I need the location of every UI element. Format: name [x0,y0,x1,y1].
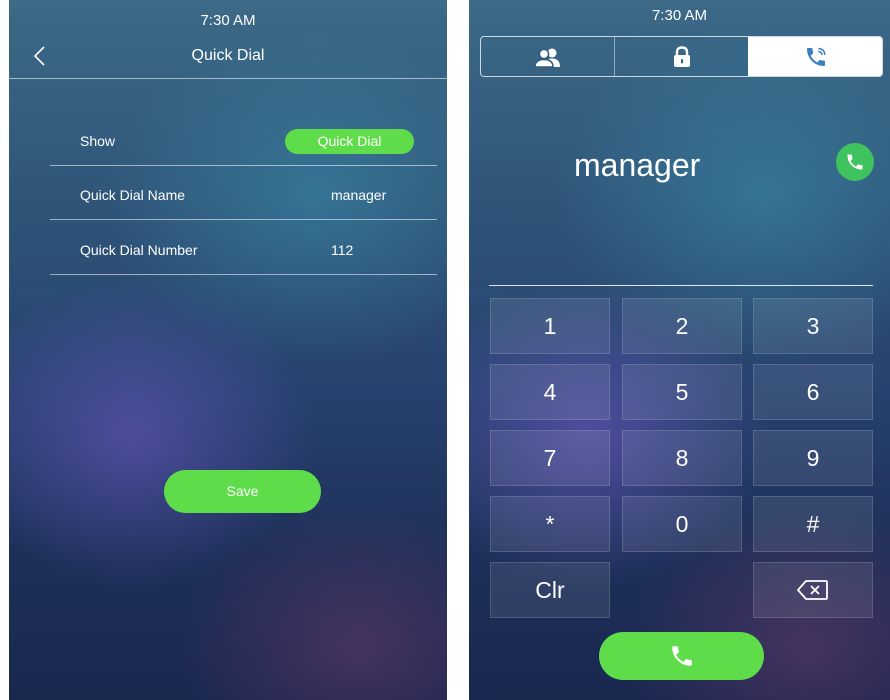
quick-dial-name-label: Quick Dial Name [80,187,186,203]
tab-call[interactable] [748,37,882,76]
key-8[interactable]: 8 [622,430,742,486]
mode-tabbar [480,36,883,77]
status-time: 7:30 AM [200,12,256,29]
phone-ringing-icon [806,47,826,66]
quick-dial-number-field[interactable]: 112 [331,242,353,258]
key-6[interactable]: 6 [753,364,873,420]
tab-unlock[interactable] [614,37,748,76]
quick-dial-number-label: Quick Dial Number [80,242,198,258]
save-button[interactable]: Save [164,470,321,513]
key-7[interactable]: 7 [490,430,610,486]
key-0[interactable]: 0 [622,496,742,552]
page-title: Quick Dial [191,47,265,64]
tab-contacts[interactable] [481,37,614,76]
backspace-button[interactable] [753,562,873,618]
key-9[interactable]: 9 [753,430,873,486]
dial-input-divider [489,285,873,286]
phone-icon [847,154,863,170]
show-mode-toggle[interactable]: Quick Dial [285,129,414,154]
key-1[interactable]: 1 [490,298,610,354]
key-5[interactable]: 5 [622,364,742,420]
status-time: 7:30 AM [651,7,708,24]
key-star[interactable]: * [490,496,610,552]
quick-call-button[interactable] [836,143,874,181]
phone-icon [671,646,692,666]
contacts-icon [533,48,560,68]
show-row: Show Quick Dial [50,125,437,166]
contact-name: manager [574,147,701,183]
dial-screen: 7:30 AM manager 1 2 3 4 5 6 7 8 9 * 0 # … [469,0,890,700]
clear-button[interactable]: Clr [490,562,610,618]
show-label: Show [80,133,116,149]
key-4[interactable]: 4 [490,364,610,420]
quick-dial-settings-screen: 7:30 AM Quick Dial Show Quick Dial Quick… [9,0,447,700]
key-hash[interactable]: # [753,496,873,552]
call-button[interactable] [599,632,764,680]
key-3[interactable]: 3 [753,298,873,354]
backspace-icon [797,580,828,600]
header-divider [9,78,447,79]
quick-dial-name-row[interactable]: Quick Dial Name manager [50,179,437,220]
lock-icon [673,45,690,67]
key-2[interactable]: 2 [622,298,742,354]
quick-dial-number-row[interactable]: Quick Dial Number 112 [50,234,437,275]
quick-dial-name-field[interactable]: manager [331,187,386,203]
